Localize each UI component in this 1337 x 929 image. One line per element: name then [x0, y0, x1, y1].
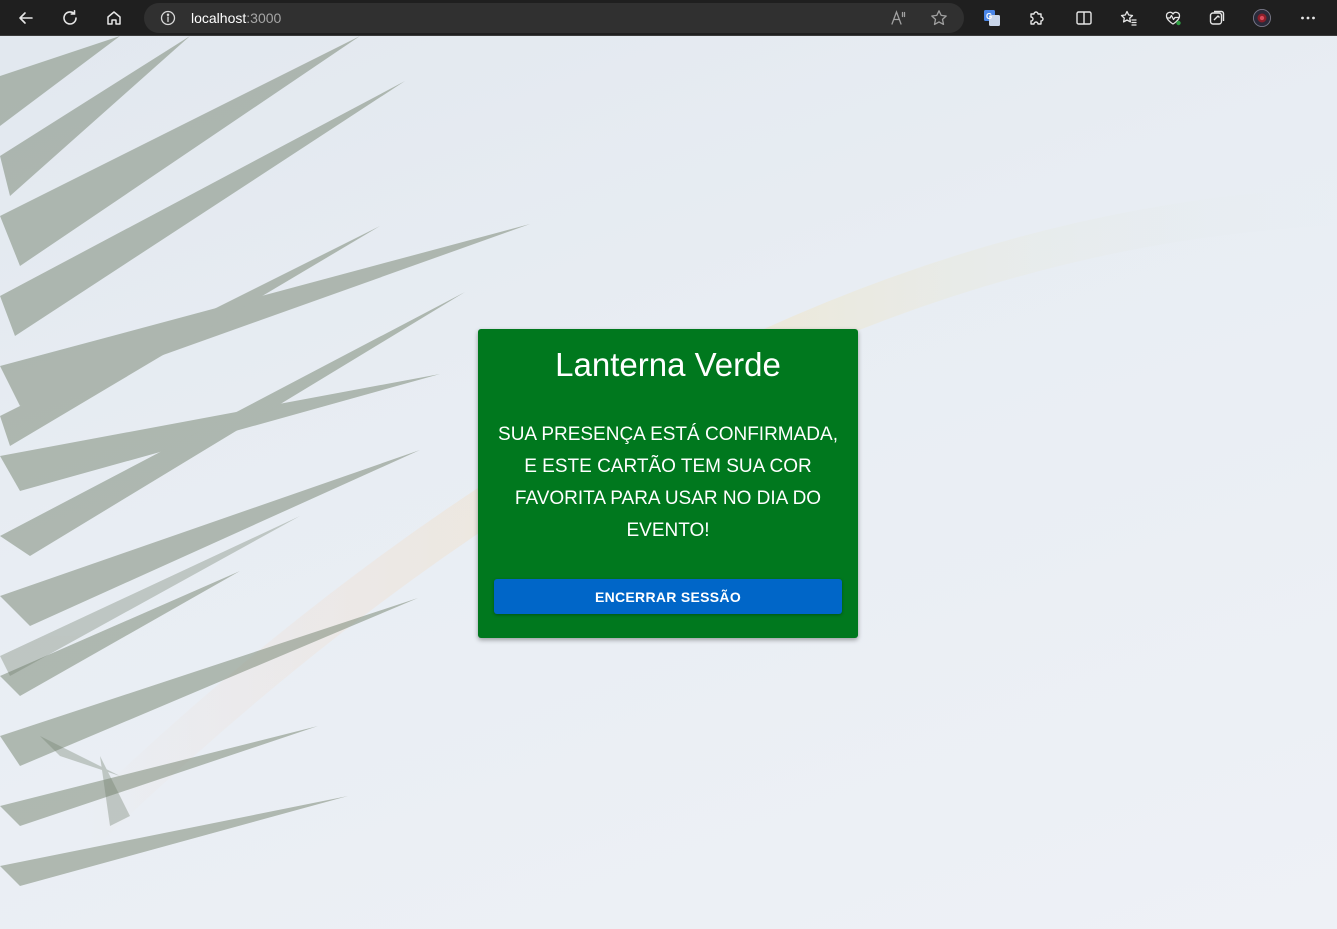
favorites-icon [1120, 10, 1137, 26]
url-host: localhost [191, 10, 247, 26]
star-icon[interactable] [930, 9, 948, 27]
svg-text:G: G [986, 12, 992, 21]
reload-button[interactable] [56, 4, 84, 32]
split-screen-button[interactable] [1072, 6, 1096, 30]
address-bar[interactable]: localhost:3000 [144, 3, 964, 33]
favorites-button[interactable] [1117, 6, 1141, 30]
profile-button[interactable] [1250, 6, 1274, 30]
back-button[interactable] [12, 4, 40, 32]
confirmation-card: Lanterna Verde SUA PRESENÇA ESTÁ CONFIRM… [478, 329, 858, 638]
home-icon [107, 11, 121, 25]
split-screen-icon [1076, 11, 1092, 25]
translate-icon: G [984, 10, 1000, 26]
card-title: Lanterna Verde [555, 346, 781, 383]
heartbeat-icon [1165, 11, 1181, 26]
reload-icon [63, 10, 77, 25]
more-button[interactable] [1296, 6, 1320, 30]
performance-button[interactable] [1161, 6, 1185, 30]
browser-toolbar: localhost:3000 G [0, 0, 1337, 36]
collections-icon [1209, 10, 1225, 25]
back-arrow-icon [19, 12, 33, 24]
info-icon[interactable] [160, 10, 176, 26]
home-button[interactable] [100, 4, 128, 32]
puzzle-icon [1030, 11, 1044, 25]
confirmation-message: SUA PRESENÇA ESTÁ CONFIRMADA, E ESTE CAR… [498, 424, 838, 541]
read-aloud-icon[interactable] [890, 9, 908, 27]
extensions-button[interactable] [1024, 6, 1048, 30]
url-text: localhost:3000 [191, 10, 281, 26]
page-background: Lanterna Verde SUA PRESENÇA ESTÁ CONFIRM… [0, 36, 1337, 929]
url-port: :3000 [246, 10, 282, 26]
logout-button[interactable]: ENCERRAR SESSÃO [494, 579, 842, 614]
avatar [1253, 9, 1271, 27]
collections-button[interactable] [1205, 6, 1229, 30]
translate-button[interactable]: G [980, 6, 1004, 30]
more-icon [1301, 16, 1315, 20]
